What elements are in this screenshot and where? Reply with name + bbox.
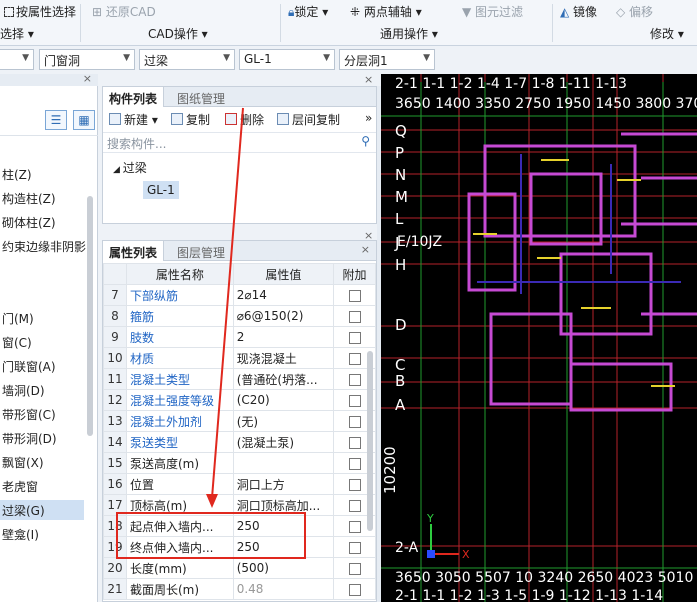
highlight-box [116,512,306,559]
annotation-overlay [206,107,244,508]
